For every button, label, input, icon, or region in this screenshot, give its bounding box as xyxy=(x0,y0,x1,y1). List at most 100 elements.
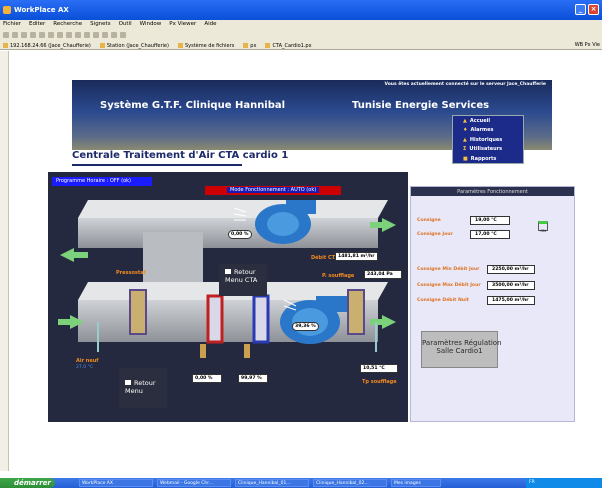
consigne-jour-label: Consigne Jour xyxy=(417,232,453,237)
banner-title-right: Tunisie Energie Services xyxy=(352,100,490,111)
undo-icon[interactable] xyxy=(111,32,117,38)
side-panel-collapsed[interactable] xyxy=(0,51,9,471)
cut-icon[interactable] xyxy=(75,32,81,38)
nav-label: Accueil xyxy=(469,117,491,124)
redo-icon[interactable] xyxy=(120,32,126,38)
toolbar xyxy=(0,30,602,40)
minimize-button[interactable]: _ xyxy=(575,4,586,15)
mode-text: Mode Fonctionnement : AUTO (ok) xyxy=(227,187,320,193)
valve-hot-position: 0,00 % xyxy=(192,374,222,383)
system-tray: FR xyxy=(526,478,602,488)
menu-outil[interactable]: Outil xyxy=(119,21,132,30)
max-debit-field[interactable]: 3500,00 m³/hr xyxy=(487,281,535,290)
tp-soufflage-label: Tp soufflage xyxy=(362,379,397,385)
task-clinique-01[interactable]: Clinique_Hannibal_01... xyxy=(235,479,309,487)
nav-accueil[interactable]: ▲ Accueil xyxy=(453,116,523,126)
path-item-host[interactable]: 192.168.24.66 (Jace_Chaufferie) xyxy=(3,42,91,49)
copy-icon[interactable] xyxy=(84,32,90,38)
on-switch[interactable]: ON xyxy=(538,221,548,233)
window-titlebar: WorkPlace AX _ × xyxy=(0,0,602,20)
page-title: Centrale Traitement d'Air CTA cardio 1 xyxy=(72,150,289,161)
parameters-panel: Paramètres Fonctionnement Consigne 19,00… xyxy=(410,186,575,422)
path-label: Système de fichiers xyxy=(184,42,235,49)
task-clinique-02[interactable]: Clinique_Hannibal_02... xyxy=(313,479,387,487)
report-icon: ■ xyxy=(463,155,468,162)
nav-label: Alarmes xyxy=(470,127,494,134)
home-icon[interactable] xyxy=(30,32,36,38)
menubar: Fichier Editer Recherche Signets Outil W… xyxy=(0,20,602,30)
menu-fichier[interactable]: Fichier xyxy=(3,21,21,30)
view-selector[interactable]: WB Px Vie xyxy=(575,42,600,48)
folder-icon[interactable] xyxy=(48,32,54,38)
connection-status: Vous êtes actuellement connecté sur le s… xyxy=(384,82,546,87)
switch-label: ON xyxy=(540,229,546,233)
pressostat-label: Pressostat xyxy=(116,270,147,276)
up-icon[interactable] xyxy=(21,32,27,38)
arrow-left-icon xyxy=(60,248,74,262)
min-debit-field[interactable]: 2250,00 m³/hr xyxy=(487,265,535,274)
debit-nuit-field[interactable]: 1475,00 m³/hr xyxy=(487,296,535,305)
task-workplace[interactable]: WorkPlace AX xyxy=(79,479,153,487)
task-images[interactable]: Mes images xyxy=(391,479,441,487)
consigne-field[interactable]: 19,00 °C xyxy=(470,216,510,225)
nav-alarmes[interactable]: ♦ Alarmes xyxy=(453,126,523,136)
save-icon[interactable] xyxy=(57,32,63,38)
language-indicator[interactable]: FR xyxy=(529,480,535,485)
nav-utilisateurs[interactable]: Σ Utilisateurs xyxy=(453,145,523,155)
path-item-px[interactable]: px xyxy=(243,42,256,49)
min-debit-label: Consigne Min Débit Jour xyxy=(417,267,480,272)
programme-horaire-status: Programme Horaire : OFF (ok) xyxy=(52,177,152,186)
station-icon xyxy=(99,43,105,48)
arrow-icon xyxy=(125,380,131,385)
banner-title-left: Système G.T.F. Clinique Hannibal xyxy=(100,100,286,111)
consigne-jour-field[interactable]: 17,00 °C xyxy=(470,230,510,239)
forward-icon[interactable] xyxy=(12,32,18,38)
arrow-right-icon xyxy=(382,218,396,232)
debit-value: 1481,81 m³/hr xyxy=(335,252,378,261)
nav-rapports[interactable]: ■ Rapports xyxy=(453,154,523,164)
panel-title: Paramètres Fonctionnement xyxy=(411,187,574,196)
nav-label: Rapports xyxy=(470,155,497,162)
start-button[interactable]: démarrer xyxy=(0,478,55,488)
path-item-station[interactable]: Station (Jace_Chaufferie) xyxy=(99,42,169,49)
close-button[interactable]: × xyxy=(588,4,599,15)
fan-bottom-speed: 39,36 % xyxy=(292,322,319,331)
menu-pxviewer[interactable]: Px Viewer xyxy=(169,21,196,30)
psoufflage-value: 243,04 Pa xyxy=(364,270,402,279)
nav-historiques[interactable]: ▲ Historiques xyxy=(453,135,523,145)
path-label: CTA_Cardio1.px xyxy=(272,42,312,49)
retour-menu-cta-button[interactable]: Retour Menu CTA xyxy=(219,264,267,296)
menu-editer[interactable]: Editer xyxy=(29,21,45,30)
taskbar: démarrer WorkPlace AX Webmail - Google C… xyxy=(0,478,602,488)
fan-top-speed: 0,00 % xyxy=(228,230,252,239)
path-item-file[interactable]: CTA_Cardio1.px xyxy=(265,42,312,49)
menu-recherche[interactable]: Recherche xyxy=(53,21,82,30)
menu-window[interactable]: Window xyxy=(140,21,162,30)
home-icon: ▲ xyxy=(463,117,467,124)
debit-nuit-label: Consigne Débit Nuit xyxy=(417,298,469,303)
path-label: px xyxy=(250,42,257,49)
arrow-icon xyxy=(225,269,231,274)
path-item-files[interactable]: Système de fichiers xyxy=(177,42,235,49)
window-title: WorkPlace AX xyxy=(14,6,69,14)
back-icon[interactable] xyxy=(3,32,9,38)
consigne-label: Consigne xyxy=(417,218,441,223)
title-underline xyxy=(72,164,242,166)
parametres-regulation-button[interactable]: Paramètres Régulation Salle Cardio1 xyxy=(421,331,502,368)
menu-signets[interactable]: Signets xyxy=(90,21,110,30)
retour-menu-button[interactable]: Retour Menu xyxy=(119,368,167,408)
refresh-icon[interactable] xyxy=(39,32,45,38)
tp-soufflage-value: 10,51 °C xyxy=(360,364,398,373)
folder-icon xyxy=(243,43,249,48)
nav-label: Historiques xyxy=(469,136,503,143)
nav-label: Utilisateurs xyxy=(469,146,503,153)
air-neuf-label: Air neuf xyxy=(76,358,99,364)
delete-icon[interactable] xyxy=(102,32,108,38)
path-bar: 192.168.24.66 (Jace_Chaufferie) Station … xyxy=(0,40,602,50)
paste-icon[interactable] xyxy=(93,32,99,38)
psoufflage-label: P. soufflage xyxy=(322,273,355,279)
save-all-icon[interactable] xyxy=(66,32,72,38)
menu-aide[interactable]: Aide xyxy=(204,21,216,30)
folder-icon xyxy=(177,43,183,48)
task-webmail[interactable]: Webmail - Google Chr... xyxy=(157,479,231,487)
